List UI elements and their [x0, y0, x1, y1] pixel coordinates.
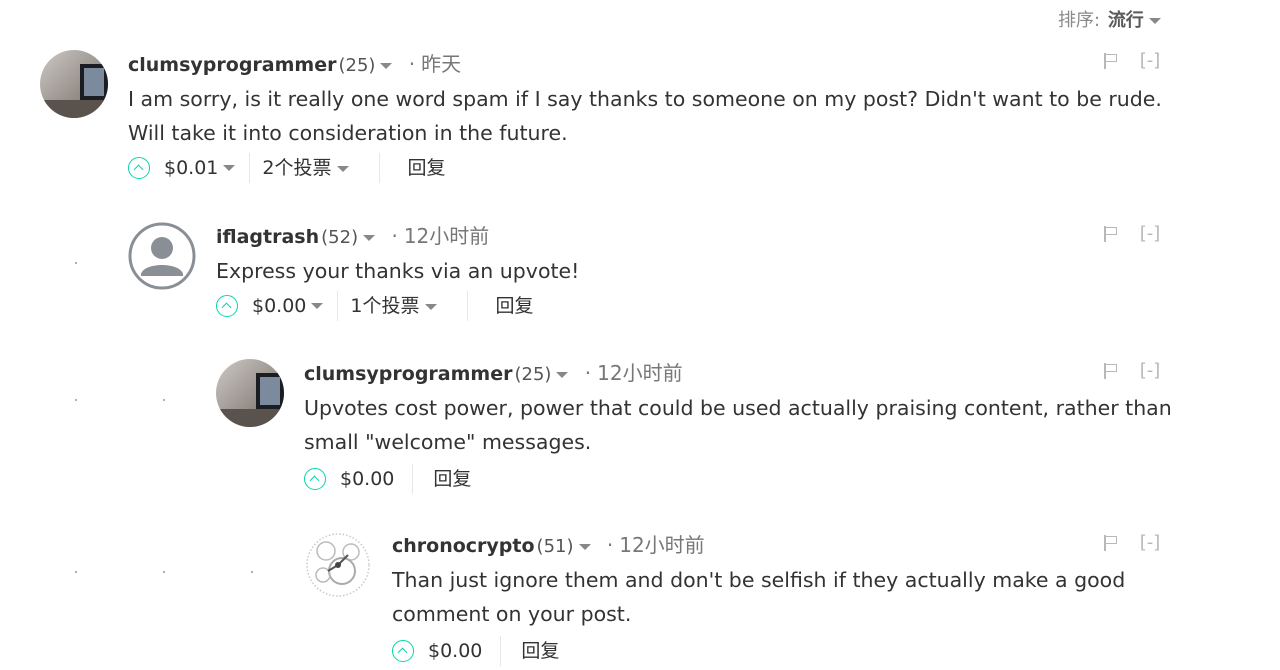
reply-button[interactable]: 回复: [412, 464, 471, 494]
thread-dot: [75, 571, 77, 573]
payout-value[interactable]: $0.00: [252, 291, 306, 321]
comment-text: Than just ignore them and don't be selfi…: [392, 568, 1126, 626]
comment-footer: $0.00 1个投票 回复: [216, 291, 534, 321]
reply-button[interactable]: 回复: [466, 291, 534, 321]
caret-down-icon[interactable]: [336, 165, 349, 172]
thread-dot: [75, 399, 77, 401]
caret-down-icon[interactable]: [424, 303, 437, 310]
caret-down-icon[interactable]: [578, 543, 591, 550]
votes-count[interactable]: 2个投票: [249, 153, 349, 183]
collapse-button[interactable]: [-]: [1140, 50, 1161, 71]
timestamp[interactable]: 12小时前: [607, 533, 705, 557]
comment-actions: [-]: [1104, 532, 1160, 553]
sort-value[interactable]: 流行: [1108, 10, 1144, 31]
caret-down-icon[interactable]: [223, 165, 236, 171]
author-reputation: (25): [338, 55, 376, 76]
comment-text: I am sorry, is it really one word spam i…: [128, 87, 1162, 145]
sort-label: 排序:: [1058, 10, 1101, 31]
payout-value[interactable]: $0.00: [428, 636, 482, 666]
collapse-button[interactable]: [-]: [1140, 223, 1161, 244]
caret-down-icon[interactable]: [380, 62, 393, 69]
comment-actions: [-]: [1104, 50, 1160, 71]
avatar[interactable]: [304, 531, 372, 599]
upvote-icon[interactable]: [216, 295, 238, 317]
author-name[interactable]: clumsyprogrammer: [128, 54, 336, 76]
caret-down-icon[interactable]: [311, 303, 324, 309]
timestamp[interactable]: 12小时前: [391, 224, 489, 248]
collapse-button[interactable]: [-]: [1140, 360, 1161, 381]
flag-icon[interactable]: [1104, 226, 1118, 242]
reply-button[interactable]: 回复: [378, 153, 446, 183]
collapse-button[interactable]: [-]: [1140, 532, 1161, 553]
votes-label[interactable]: 2个投票: [262, 157, 331, 179]
thread-dot: [251, 571, 253, 573]
comment-header: iflagtrash(52) 12小时前: [216, 222, 489, 250]
avatar[interactable]: [216, 359, 284, 427]
reply-button[interactable]: 回复: [500, 636, 559, 666]
default-avatar-icon[interactable]: [128, 222, 196, 290]
author-reputation: (25): [514, 364, 552, 385]
caret-down-icon[interactable]: [363, 234, 376, 241]
author-reputation: (52): [321, 227, 359, 248]
upvote-icon[interactable]: [128, 157, 150, 179]
caret-down-icon[interactable]: [1148, 18, 1161, 24]
comment-header: clumsyprogrammer(25) 昨天: [128, 50, 461, 78]
votes-count[interactable]: 1个投票: [337, 291, 437, 321]
comment-actions: [-]: [1104, 223, 1160, 244]
flag-icon[interactable]: [1104, 363, 1118, 379]
thread-dot: [163, 571, 165, 573]
author-name[interactable]: chronocrypto: [392, 535, 535, 557]
author-name[interactable]: iflagtrash: [216, 226, 319, 248]
payout-value[interactable]: $0.01: [164, 153, 218, 183]
thread-dot: [75, 262, 77, 264]
sort-control[interactable]: 排序: 流行: [1058, 6, 1161, 32]
comment-header: clumsyprogrammer(25) 12小时前: [304, 359, 683, 387]
timestamp[interactable]: 昨天: [409, 52, 461, 76]
timestamp[interactable]: 12小时前: [585, 361, 683, 385]
flag-icon[interactable]: [1104, 535, 1118, 551]
comment-footer: $0.00 回复: [304, 464, 471, 494]
comment-actions: [-]: [1104, 360, 1160, 381]
caret-down-icon[interactable]: [556, 371, 569, 378]
upvote-icon[interactable]: [304, 468, 326, 490]
comment-text: Express your thanks via an upvote!: [216, 259, 580, 283]
comment-footer: $0.00 回复: [392, 636, 559, 666]
thread-dot: [163, 399, 165, 401]
avatar[interactable]: [40, 50, 108, 118]
author-name[interactable]: clumsyprogrammer: [304, 363, 512, 385]
comment-header: chronocrypto(51) 12小时前: [392, 531, 705, 559]
payout-value[interactable]: $0.00: [340, 464, 394, 494]
votes-label[interactable]: 1个投票: [350, 295, 419, 317]
author-reputation: (51): [536, 536, 574, 557]
comment-footer: $0.01 2个投票 回复: [128, 153, 446, 183]
flag-icon[interactable]: [1104, 53, 1118, 69]
upvote-icon[interactable]: [392, 640, 414, 662]
comment-text: Upvotes cost power, power that could be …: [304, 396, 1172, 454]
